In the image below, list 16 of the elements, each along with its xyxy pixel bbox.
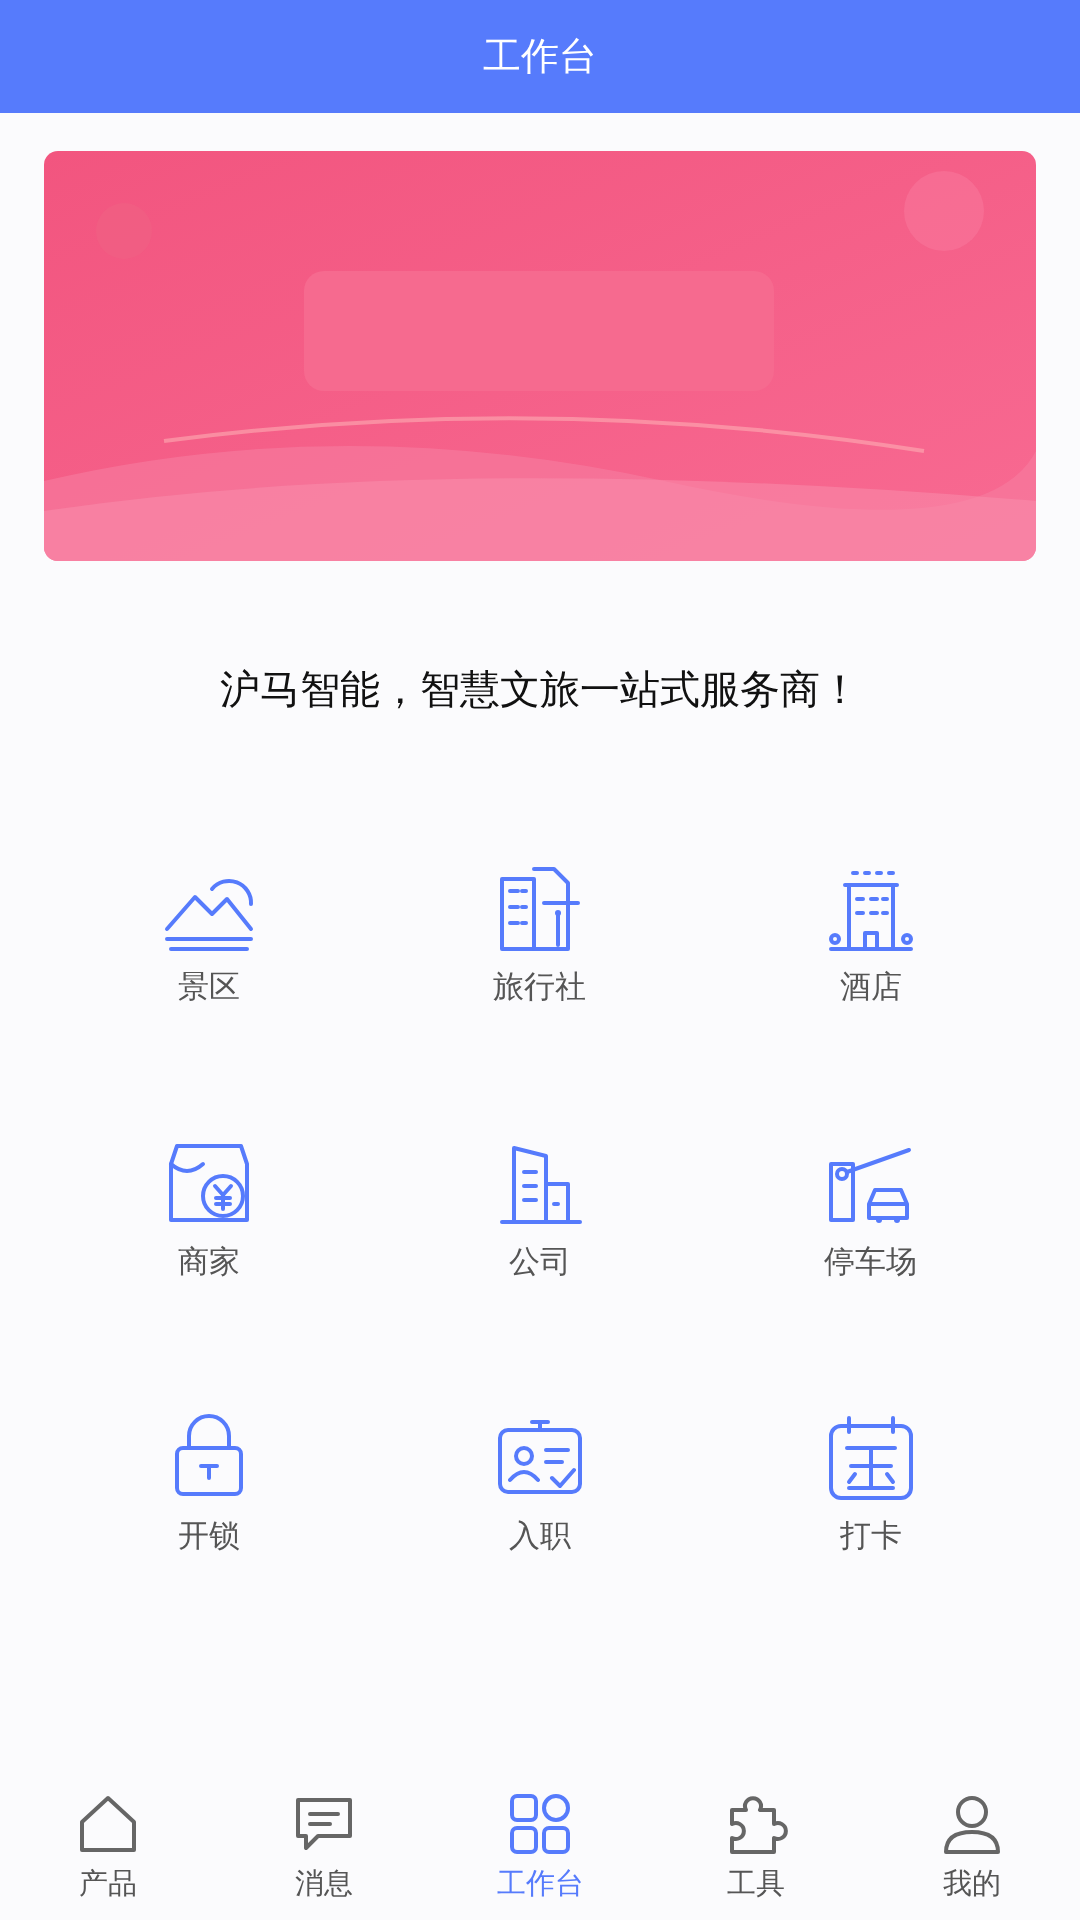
grid-item-label[interactable]: 旅行社: [493, 963, 587, 1010]
tab-bar-item[interactable]: 消息: [216, 1780, 432, 1920]
grid-item-label[interactable]: 开锁: [178, 1512, 241, 1559]
grid-item-label[interactable]: 酒店: [839, 963, 902, 1010]
tab-bar-item[interactable]: 产品: [0, 1780, 216, 1920]
grid-item-label[interactable]: 入职: [509, 1512, 571, 1559]
grid-item-label[interactable]: 公司: [509, 1237, 571, 1284]
grid-item-label[interactable]: 景区: [178, 963, 241, 1010]
tab-bar-item[interactable]: 工作台: [432, 1780, 648, 1920]
page-title: 工作台: [483, 33, 597, 80]
grid-item-label[interactable]: 商家: [178, 1237, 241, 1284]
slogan-text: 沪马智能，智慧文旅一站式服务商！: [219, 665, 861, 714]
tab-bar-item[interactable]: 我的: [864, 1780, 1080, 1920]
grid-item-label[interactable]: 停车场: [824, 1237, 918, 1284]
tab-bar-item[interactable]: 工具: [648, 1780, 864, 1920]
grid-item-label[interactable]: 打卡: [839, 1512, 902, 1559]
